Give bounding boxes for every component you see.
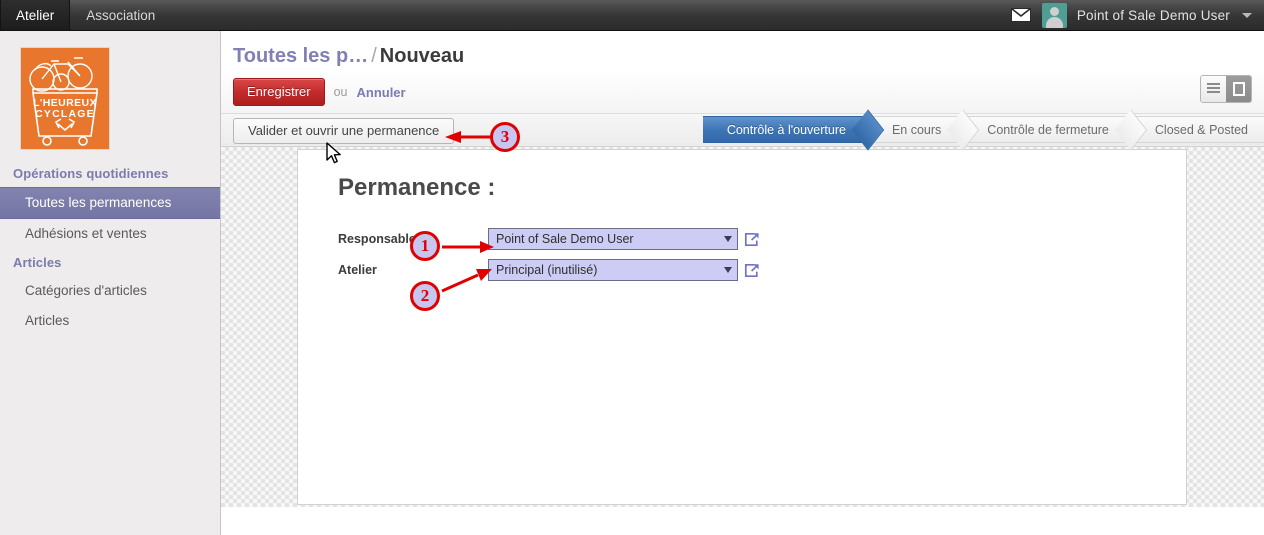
sidebar-item-toutes-les-permanences[interactable]: Toutes les permanences: [0, 187, 220, 219]
secondary-toolbar: Valider et ouvrir une permanence Contrôl…: [221, 113, 1264, 147]
responsable-value: Point of Sale Demo User: [496, 232, 634, 246]
chevron-down-icon[interactable]: [1242, 12, 1252, 18]
validate-and-open-button[interactable]: Valider et ouvrir une permanence: [233, 118, 455, 144]
breadcrumb-separator: /: [371, 45, 377, 67]
page-title: Permanence :: [338, 174, 496, 201]
breadcrumb-current: Nouveau: [379, 45, 465, 67]
status-step-closed-and-posted[interactable]: Closed & Posted: [1130, 116, 1264, 143]
form-sheet-area: Permanence : Responsable Point of Sale D…: [221, 147, 1264, 507]
svg-text:CYCLAGE: CYCLAGE: [35, 108, 95, 120]
form-view-icon[interactable]: [1226, 76, 1251, 102]
action-bar: Enregistrer ou Annuler: [221, 69, 1264, 113]
responsable-select[interactable]: Point of Sale Demo User: [488, 228, 738, 250]
top-navigation-bar: Atelier Association Point of Sale Demo U…: [0, 0, 1264, 31]
status-steps: Contrôle à l'ouverture En cours Contrôle…: [702, 116, 1264, 143]
atelier-value: Principal (inutilisé): [496, 263, 598, 277]
sidebar-section-articles: Articles: [13, 255, 62, 270]
label-atelier: Atelier: [338, 263, 377, 277]
field-responsable: Point of Sale Demo User: [488, 228, 760, 250]
form-fields: Responsable Point of Sale Demo User Atel…: [338, 224, 1162, 285]
breadcrumb-parent-link[interactable]: Toutes les p…: [233, 45, 368, 67]
avatar-body: [1045, 16, 1063, 28]
chevron-down-icon[interactable]: [724, 236, 732, 242]
list-lines: [1207, 83, 1220, 95]
status-step-controle-a-l-ouverture[interactable]: Contrôle à l'ouverture: [702, 116, 868, 143]
lheureux-cyclage-logo: L'HEUREUX CYCLAGE: [20, 47, 110, 150]
form-sheet: Permanence : Responsable Point of Sale D…: [297, 149, 1187, 505]
logo-container: L'HEUREUX CYCLAGE: [0, 31, 220, 160]
atelier-select[interactable]: Principal (inutilisé): [488, 259, 738, 281]
save-button[interactable]: Enregistrer: [233, 78, 325, 106]
open-record-icon[interactable]: [744, 232, 760, 247]
label-responsable: Responsable: [338, 232, 416, 246]
list-view-icon[interactable]: [1201, 76, 1226, 102]
sidebar-item-categories-d-articles[interactable]: Catégories d'articles: [0, 276, 220, 306]
sidebar-section-operations: Opérations quotidiennes: [13, 166, 169, 181]
sidebar-item-adhesions-et-ventes[interactable]: Adhésions et ventes: [0, 219, 220, 249]
or-label: ou: [333, 85, 348, 99]
main-content: Toutes les p… / Nouveau Enregistrer ou Ann…: [221, 31, 1264, 535]
form-row-responsable: Responsable Point of Sale Demo User: [338, 224, 1162, 254]
view-switch: [1200, 75, 1252, 103]
top-menu-atelier[interactable]: Atelier: [0, 0, 71, 30]
avatar-head: [1049, 6, 1059, 16]
top-menu-list: Atelier Association: [0, 0, 171, 30]
username-label[interactable]: Point of Sale Demo User: [1077, 8, 1230, 23]
avatar[interactable]: [1041, 2, 1067, 28]
open-record-icon[interactable]: [744, 263, 760, 278]
top-menu-association[interactable]: Association: [70, 0, 171, 30]
application-window: Atelier Association Point of Sale Demo U…: [0, 0, 1264, 535]
field-atelier: Principal (inutilisé): [488, 259, 760, 281]
form-row-atelier: Atelier Principal (inutilisé): [338, 255, 1162, 285]
form-box: [1232, 82, 1245, 96]
status-step-controle-de-fermeture[interactable]: Contrôle de fermeture: [963, 116, 1131, 143]
envelope-icon[interactable]: [1010, 4, 1032, 26]
breadcrumb: Toutes les p… / Nouveau: [221, 31, 1264, 69]
cancel-button[interactable]: Annuler: [356, 85, 405, 100]
topbar-user-area: Point of Sale Demo User: [1010, 0, 1264, 30]
chevron-down-icon[interactable]: [724, 267, 732, 273]
sidebar-item-articles[interactable]: Articles: [0, 306, 220, 336]
sidebar: L'HEUREUX CYCLAGE Opérations quotidienne…: [0, 31, 221, 535]
